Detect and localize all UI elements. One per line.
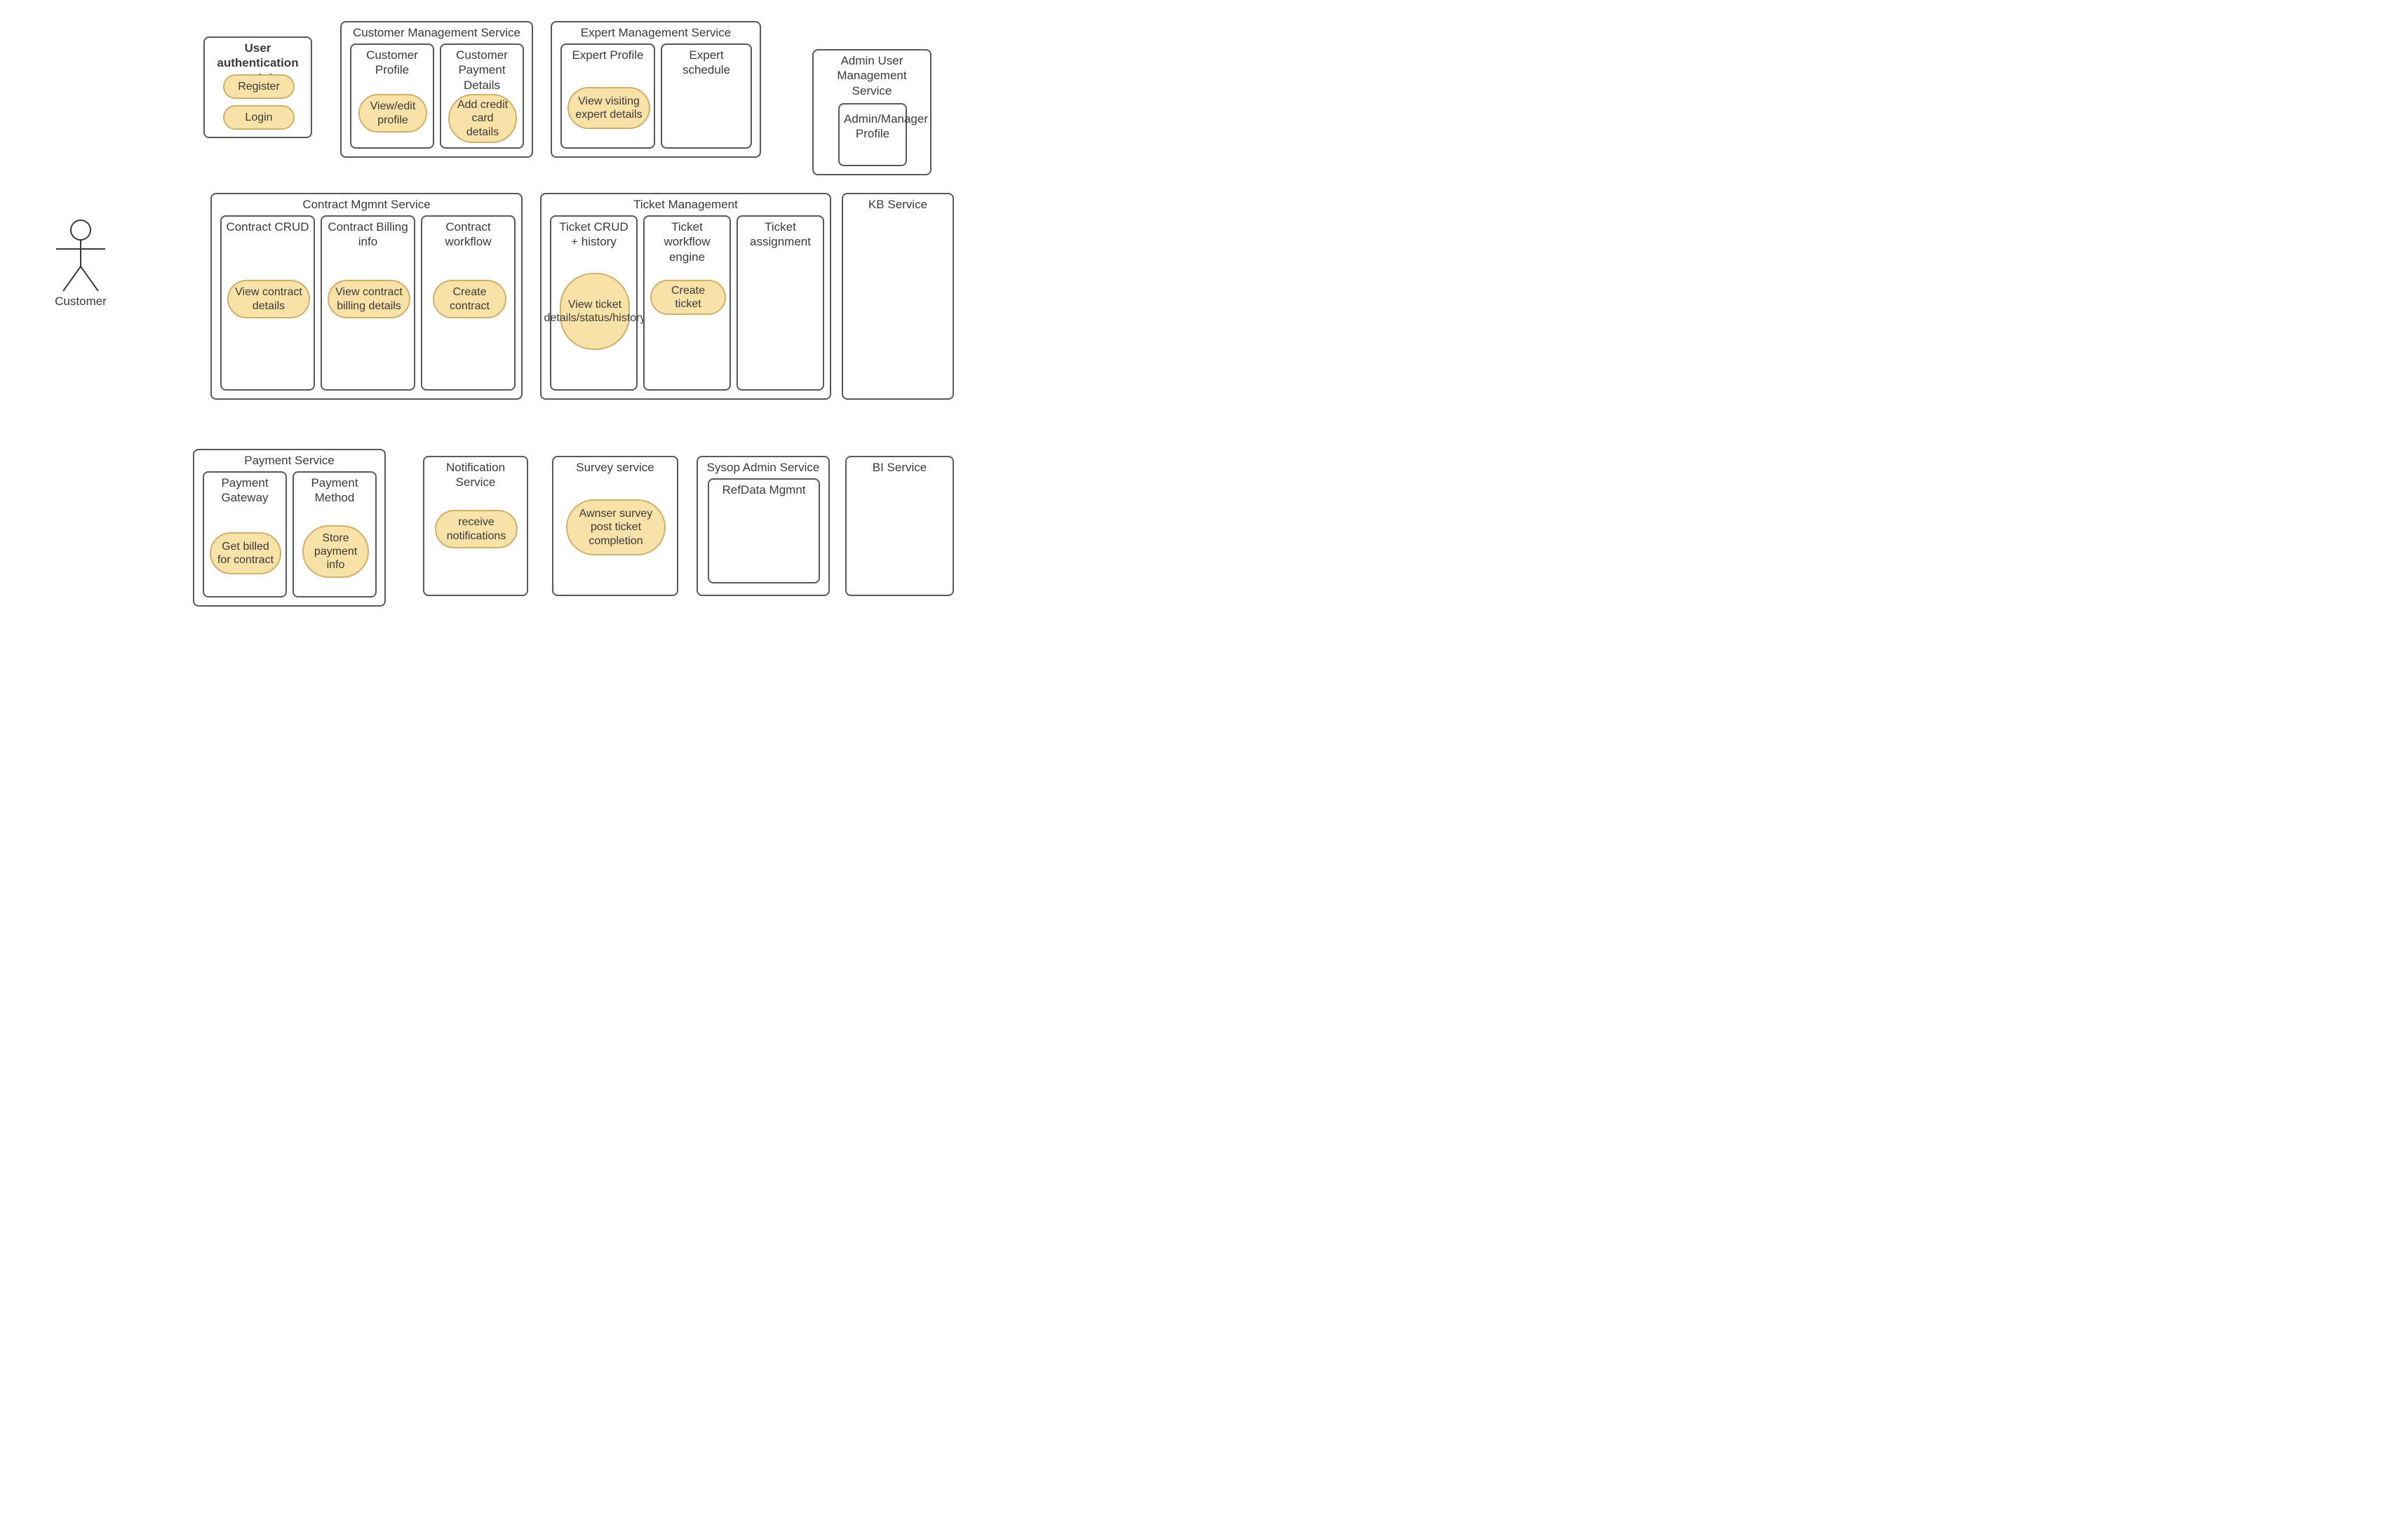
action-add-credit-card: Add credit card details bbox=[448, 94, 517, 143]
diagram-canvas: Customer User authentication module Regi… bbox=[0, 0, 1079, 694]
module-ticket-workflow-engine: Ticket workflow engine Create ticket bbox=[643, 215, 731, 391]
actor-icon bbox=[49, 217, 112, 295]
module-title: Expert Profile bbox=[562, 45, 654, 64]
module-contract-crud: Contract CRUD View contract details bbox=[220, 215, 315, 391]
module-title: Ticket assignment bbox=[738, 217, 823, 251]
module-expert-schedule: Expert schedule bbox=[661, 43, 752, 149]
service-ticket-management: Ticket Management Ticket CRUD + history … bbox=[540, 193, 831, 400]
module-title: Expert schedule bbox=[662, 45, 751, 79]
module-title: Customer Profile bbox=[351, 45, 433, 79]
service-title: Survey service bbox=[553, 457, 677, 476]
action-store-payment-info: Store payment info bbox=[302, 525, 369, 578]
module-title: Contract Billing info bbox=[322, 217, 414, 251]
module-title: Customer Payment Details bbox=[441, 45, 523, 94]
action-view-contract-details: View contract details bbox=[227, 280, 310, 318]
module-contract-workflow: Contract workflow Create contract bbox=[421, 215, 516, 391]
service-title: Admin User Management Service bbox=[814, 50, 930, 100]
action-register: Register bbox=[223, 74, 295, 99]
module-refdata-mgmnt: RefData Mgmnt bbox=[708, 478, 820, 583]
service-expert-management: Expert Management Service Expert Profile… bbox=[551, 21, 761, 158]
module-expert-profile: Expert Profile View visiting expert deta… bbox=[560, 43, 655, 149]
service-title: Contract Mgmnt Service bbox=[212, 194, 521, 213]
service-title: Notification Service bbox=[424, 457, 527, 492]
module-admin-manager-profile: Admin/Manager Profile bbox=[838, 103, 907, 166]
module-customer-profile: Customer Profile View/edit profile bbox=[350, 43, 434, 149]
action-create-contract: Create contract bbox=[433, 280, 506, 318]
action-receive-notifications: receive notifications bbox=[435, 510, 518, 548]
module-user-authentication: User authentication module Register Logi… bbox=[203, 36, 312, 138]
actor-label: Customer bbox=[42, 295, 119, 309]
module-contract-billing: Contract Billing info View contract bill… bbox=[321, 215, 415, 391]
service-title: Payment Service bbox=[194, 450, 384, 469]
module-title: Contract CRUD bbox=[222, 217, 314, 236]
service-survey: Survey service Awnser survey post ticket… bbox=[552, 456, 678, 596]
service-admin-user-management: Admin User Management Service Admin/Mana… bbox=[812, 49, 932, 175]
action-view-edit-profile: View/edit profile bbox=[358, 94, 427, 133]
action-create-ticket: Create ticket bbox=[650, 280, 726, 315]
action-view-expert-details: View visiting expert details bbox=[567, 87, 650, 129]
module-title: RefData Mgmnt bbox=[709, 480, 819, 499]
actor-customer: Customer bbox=[42, 217, 119, 309]
service-payment: Payment Service Payment Gateway Get bill… bbox=[193, 449, 386, 607]
service-title: KB Service bbox=[843, 194, 953, 213]
service-title: BI Service bbox=[847, 457, 953, 476]
action-view-billing-details: View contract billing details bbox=[328, 280, 410, 318]
module-ticket-crud-history: Ticket CRUD + history View ticket detail… bbox=[550, 215, 638, 391]
module-title: Contract workflow bbox=[422, 217, 514, 251]
module-payment-method: Payment Method Store payment info bbox=[292, 471, 377, 597]
service-title: Customer Management Service bbox=[342, 22, 532, 41]
action-answer-survey: Awnser survey post ticket completion bbox=[566, 499, 666, 555]
service-title: Ticket Management bbox=[542, 194, 830, 213]
action-get-billed: Get billed for contract bbox=[210, 532, 281, 574]
service-sysop-admin: Sysop Admin Service RefData Mgmnt bbox=[697, 456, 830, 596]
module-ticket-assignment: Ticket assignment bbox=[737, 215, 824, 391]
module-customer-payment-details: Customer Payment Details Add credit card… bbox=[440, 43, 524, 149]
service-customer-management: Customer Management Service Customer Pro… bbox=[340, 21, 533, 158]
module-title: Ticket CRUD + history bbox=[551, 217, 636, 251]
module-title: Admin/Manager Profile bbox=[840, 104, 906, 143]
module-title: Payment Method bbox=[294, 473, 375, 507]
service-title: Expert Management Service bbox=[552, 22, 760, 41]
service-kb: KB Service bbox=[842, 193, 954, 400]
module-title: Ticket workflow engine bbox=[645, 217, 729, 266]
service-title: Sysop Admin Service bbox=[698, 457, 828, 476]
service-notification: Notification Service receive notificatio… bbox=[423, 456, 528, 596]
service-bi: BI Service bbox=[845, 456, 954, 596]
module-title: Payment Gateway bbox=[204, 473, 285, 507]
service-contract-management: Contract Mgmnt Service Contract CRUD Vie… bbox=[210, 193, 523, 400]
module-payment-gateway: Payment Gateway Get billed for contract bbox=[203, 471, 287, 597]
action-login: Login bbox=[223, 105, 295, 130]
action-view-ticket-details: View ticket details/status/history bbox=[560, 273, 630, 350]
